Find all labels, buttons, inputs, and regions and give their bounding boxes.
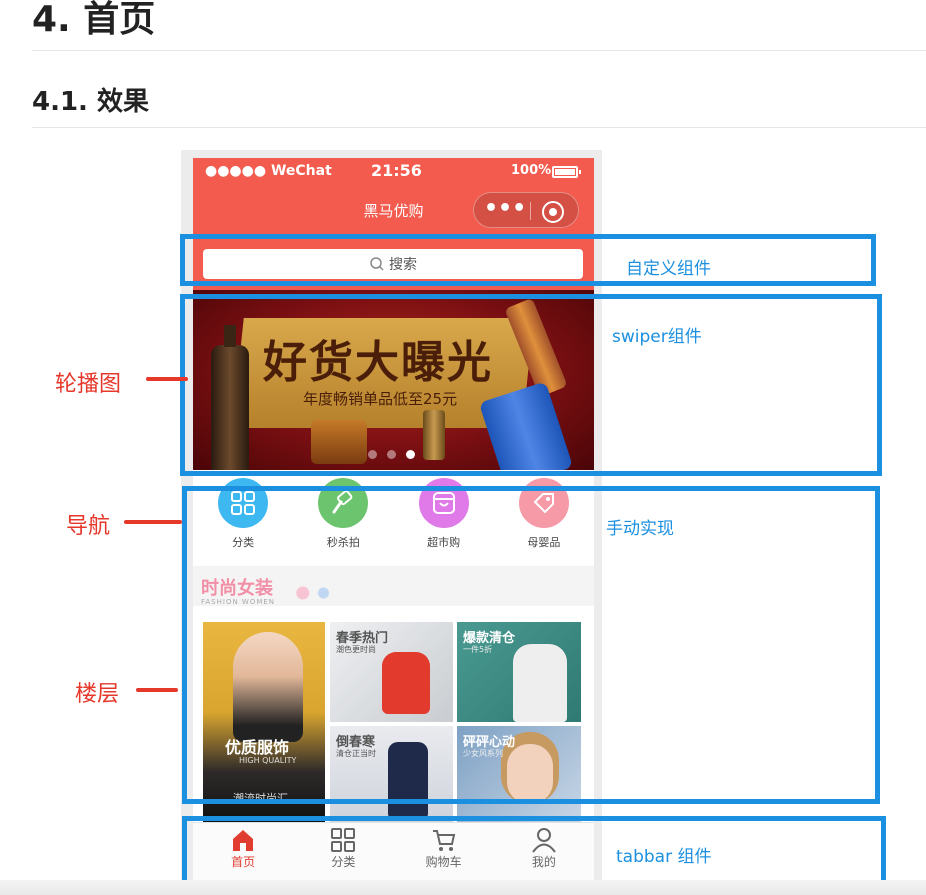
- side-arrow: [136, 688, 178, 692]
- status-time: 21:56: [371, 161, 422, 180]
- highlight-box-nav-floor: [182, 486, 880, 804]
- highlight-box-search: [180, 234, 876, 286]
- annotation-tabbar: tabbar 组件: [616, 847, 712, 867]
- side-arrow: [124, 520, 182, 524]
- side-label-swiper: 轮播图: [55, 372, 122, 397]
- capsule-divider: [530, 202, 531, 220]
- capsule-button[interactable]: •••: [473, 192, 579, 228]
- highlight-box-swiper: [180, 294, 882, 476]
- more-icon[interactable]: •••: [484, 196, 526, 222]
- battery-percent: 100%: [511, 163, 552, 178]
- section-heading: 4.1. 效果: [32, 87, 149, 117]
- status-bar: ●●●●● WeChat 21:56 100%: [193, 158, 594, 184]
- carrier-label: ●●●●● WeChat: [205, 163, 332, 179]
- side-label-floor: 楼层: [75, 682, 120, 707]
- side-label-nav: 导航: [66, 514, 111, 539]
- close-target-icon[interactable]: [542, 201, 564, 223]
- page-heading: 4. 首页: [32, 0, 156, 40]
- section-divider: [32, 127, 926, 128]
- annotation-swiper: swiper组件: [612, 327, 702, 347]
- side-arrow: [146, 377, 188, 381]
- navigation-bar: 黑马优购 •••: [193, 184, 594, 236]
- heading-divider: [32, 50, 926, 51]
- battery-icon: [552, 166, 581, 178]
- annotation-search: 自定义组件: [626, 259, 711, 279]
- annotation-nav: 手动实现: [606, 519, 674, 539]
- page-bottom-edge: [0, 880, 926, 895]
